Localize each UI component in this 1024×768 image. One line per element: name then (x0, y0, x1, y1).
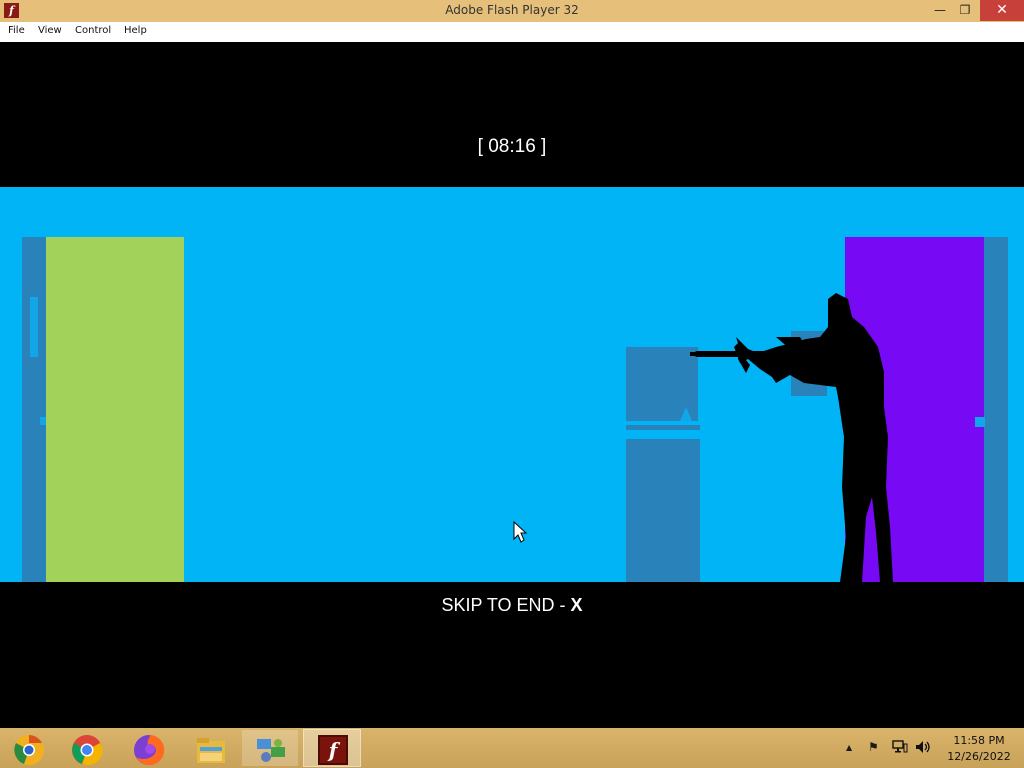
network-icon[interactable] (892, 740, 908, 757)
menu-control[interactable]: Control (75, 25, 111, 36)
taskbar-network-app[interactable] (242, 730, 298, 766)
scene-graphics (22, 237, 1008, 582)
menu-file[interactable]: File (8, 25, 25, 36)
chrome-icon (72, 735, 103, 766)
clock-date: 12/26/2022 (947, 750, 1011, 763)
taskbar: f ▲ ⚑ 11:58 PM 12/26/2022 (0, 728, 1024, 768)
right-door-handle (975, 417, 985, 427)
left-door (46, 237, 184, 582)
taskbar-firefox[interactable] (120, 730, 176, 766)
taskbar-chrome-canary[interactable] (0, 730, 56, 766)
minimize-button[interactable]: — (927, 0, 953, 21)
menu-bar: File View Control Help (0, 22, 1024, 43)
skip-key: X (570, 595, 583, 615)
skip-label: SKIP TO END - (441, 595, 571, 615)
wall-panel-lower (626, 439, 700, 582)
menu-view[interactable]: View (38, 25, 62, 36)
flash-stage[interactable]: [ 08:16 ] SKIP TO END - X (0, 42, 1024, 728)
skip-to-end-prompt[interactable]: SKIP TO END - X (0, 595, 1024, 616)
volume-icon[interactable] (915, 740, 931, 757)
clock-time: 11:58 PM (953, 734, 1005, 747)
restore-button[interactable]: ❐ (952, 0, 978, 21)
taskbar-flash-player[interactable]: f (303, 729, 361, 767)
action-center-flag-icon[interactable]: ⚑ (868, 740, 879, 754)
flash-player-icon: f (318, 735, 348, 765)
taskbar-chrome[interactable] (58, 730, 114, 766)
system-clock[interactable]: 11:58 PM 12/26/2022 (934, 733, 1024, 765)
taskbar-file-explorer[interactable] (182, 730, 238, 766)
game-timer: [ 08:16 ] (477, 136, 547, 157)
left-door-frame (22, 237, 46, 582)
show-hidden-icons-button[interactable]: ▲ (846, 743, 852, 752)
wall-ledge (626, 425, 700, 430)
window-title: Adobe Flash Player 32 (445, 3, 579, 17)
chrome-canary-icon (14, 735, 44, 765)
close-button[interactable]: ✕ (980, 0, 1024, 21)
firefox-icon (134, 734, 165, 765)
menu-help[interactable]: Help (124, 25, 147, 36)
left-door-window (30, 297, 38, 357)
right-door-frame (984, 237, 1008, 582)
game-scene[interactable] (0, 187, 1024, 582)
title-bar[interactable]: f Adobe Flash Player 32 — ❐ ✕ (0, 0, 1024, 22)
mouse-cursor-icon (513, 520, 528, 543)
file-explorer-icon (197, 738, 225, 763)
network-app-icon (257, 739, 285, 762)
